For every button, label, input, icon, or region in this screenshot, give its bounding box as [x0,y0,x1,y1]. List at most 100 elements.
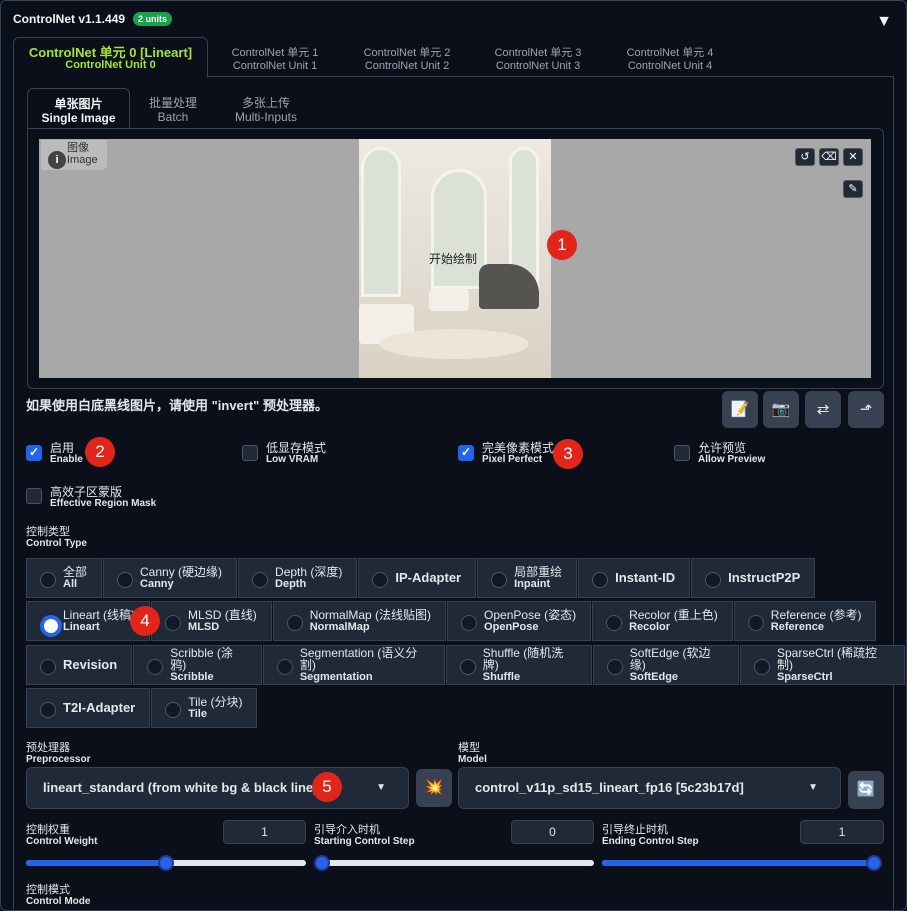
control-type-option-ip-adapter[interactable]: IP-Adapter [358,558,477,598]
low-vram-checkbox[interactable] [242,445,258,461]
eraser-icon[interactable]: ⌫ [819,148,839,166]
allow-preview-checkbox[interactable] [674,445,690,461]
region-mask-label-en: Effective Region Mask [50,498,157,509]
option-label-zh: Shuffle (随机洗牌) [482,646,564,672]
slider-thumb[interactable] [866,855,882,871]
send-dimensions-icon[interactable]: ⬏ [848,391,884,428]
option-label-en: Recolor [629,621,671,633]
control-weight-input[interactable]: 1 [223,820,306,844]
option-label: Revision [63,657,118,672]
region-mask-checkbox[interactable] [26,488,42,504]
low-vram-label: 低显存模式 Low VRAM [266,442,326,466]
model-dropdown[interactable]: control_v11p_sd15_lineart_fp16 [5c23b17d… [458,767,841,809]
start-step-slider[interactable] [314,855,594,871]
control-mode-label-zh: 控制模式 [26,884,70,896]
control-type-option-inpaint[interactable]: 局部重绘 Inpaint [477,558,578,598]
enable-label-zh: 启用 [50,441,75,455]
control-type-option-normalmap[interactable]: NormalMap (法线贴图) NormalMap [272,601,447,641]
control-type-option-depth[interactable]: Depth (深度) Depth [238,558,358,598]
tab-label-en: ControlNet Unit 0 [65,59,156,71]
unit-tabs: ControlNet 单元 0 [Lineart] ControlNet Uni… [13,37,894,78]
panel-title: ControlNet v1.1.449 [13,12,126,26]
run-preprocessor-icon[interactable]: 💥 [416,769,452,807]
control-type-option-reference[interactable]: Reference (参考) Reference [733,601,877,641]
control-type-option-softedge[interactable]: SoftEdge (软边缘) SoftEdge [592,645,739,685]
tab-unit-2[interactable]: ControlNet 单元 2 ControlNet Unit 2 [345,37,469,77]
enable-checkbox[interactable] [26,445,42,461]
option-label-en: Tile [188,708,207,720]
tab-batch[interactable]: 批量处理 Batch [137,88,209,129]
control-type-option-instant-id[interactable]: Instant-ID [578,558,691,598]
control-type-option-mlsd[interactable]: MLSD (直线) MLSD [151,601,272,641]
start-step-input[interactable]: 0 [511,820,594,844]
tab-label-en: Single Image [41,111,116,125]
control-mode-label: 控制模式 Control Mode [26,884,90,908]
annotation-marker-4: 4 [130,606,160,636]
tab-label-en: Multi-Inputs [234,110,298,124]
tab-label-zh: ControlNet 单元 3 [494,47,582,59]
info-icon[interactable]: i [48,151,66,169]
tab-label-zh: ControlNet 单元 2 [363,47,451,59]
pixel-perfect-checkbox[interactable] [458,445,474,461]
control-type-option-segmentation[interactable]: Segmentation (语义分割) Segmentation [262,645,445,685]
allow-preview-label-zh: 允许预览 [698,441,747,455]
control-type-label-en: Control Type [26,538,87,549]
close-icon[interactable]: ✕ [843,148,863,166]
tab-single-image[interactable]: 单张图片 Single Image [27,88,130,129]
control-type-option-scribble[interactable]: Scribble (涂鸦) Scribble [133,645,262,685]
preprocessor-label-zh: 预处理器 [26,742,70,754]
option-label-zh: Canny (硬边缘) [140,565,223,579]
option-label-zh: Scribble (涂鸦) [170,646,233,672]
option-label-zh: Tile (分块) [188,695,243,709]
control-type-option-shuffle[interactable]: Shuffle (随机洗牌) Shuffle [445,645,592,685]
tab-unit-0[interactable]: ControlNet 单元 0 [Lineart] ControlNet Uni… [13,37,208,78]
option-label-en: Lineart [63,621,100,633]
model-label: 模型 Model [458,742,487,766]
control-type-option-openpose[interactable]: OpenPose (姿态) OpenPose [447,601,592,641]
camera-icon[interactable]: 📷 [763,391,799,428]
control-type-option-all[interactable]: 全部 All [26,558,103,598]
preprocessor-dropdown[interactable]: lineart_standard (from white bg & black … [26,767,409,809]
control-type-option-sparsectrl[interactable]: SparseCtrl (稀疏控制) SparseCtrl [739,645,905,685]
control-type-option-instructp2p[interactable]: InstructP2P [691,558,816,598]
allow-preview-label: 允许预览 Allow Preview [698,442,765,466]
brush-icon[interactable]: ✎ [843,180,863,198]
swap-arrows-icon[interactable]: ⇄ [805,391,841,428]
end-step-slider[interactable] [602,855,882,871]
pixel-perfect-label-zh: 完美像素模式 [482,441,555,455]
collapse-triangle-icon[interactable]: ▼ [876,13,892,31]
control-weight-slider[interactable] [26,855,306,871]
tab-multi-inputs[interactable]: 多张上传 Multi-Inputs [223,88,309,129]
control-type-option-recolor[interactable]: Recolor (重上色) Recolor [592,601,733,641]
end-step-label-en: Ending Control Step [602,836,699,847]
start-step-label-en: Starting Control Step [314,836,415,847]
low-vram-label-zh: 低显存模式 [266,441,327,455]
option-label-en: Scribble [170,671,214,683]
control-weight-label-en: Control Weight [26,836,98,847]
end-step-input[interactable]: 1 [800,820,884,844]
control-type-option-tile[interactable]: Tile (分块) Tile [151,688,258,728]
enable-label-en: Enable [50,454,83,465]
tab-label-zh: ControlNet 单元 0 [Lineart] [28,45,193,60]
control-type-option-revision[interactable]: Revision [26,645,133,685]
tab-unit-3[interactable]: ControlNet 单元 3 ControlNet Unit 3 [476,37,600,77]
new-canvas-icon[interactable]: 📝 [722,391,758,428]
slider-thumb[interactable] [158,855,174,871]
control-type-option-canny[interactable]: Canny (硬边缘) Canny [103,558,238,598]
tab-label-zh: ControlNet 单元 4 [626,47,714,59]
refresh-icon[interactable]: 🔄 [848,771,884,809]
control-type-option-t2i-adapter[interactable]: T2I-Adapter [26,688,151,728]
panel-header[interactable]: ControlNet v1.1.449 2 units [13,12,173,26]
slider-fill [602,860,882,866]
pixel-perfect-label-en: Pixel Perfect [482,454,543,465]
option-label-zh: Depth (深度) [275,565,343,579]
undo-icon[interactable]: ↺ [795,148,815,166]
tab-unit-4[interactable]: ControlNet 单元 4 ControlNet Unit 4 [608,37,732,77]
option-label-zh: Lineart (线稿) [63,608,136,622]
option-label: T2I-Adapter [63,700,136,715]
option-label-en: SparseCtrl [776,671,833,683]
tab-unit-1[interactable]: ControlNet 单元 1 ControlNet Unit 1 [213,37,337,77]
option-label-en: Depth [275,578,307,590]
slider-fill [26,860,166,866]
slider-thumb[interactable] [314,855,330,871]
